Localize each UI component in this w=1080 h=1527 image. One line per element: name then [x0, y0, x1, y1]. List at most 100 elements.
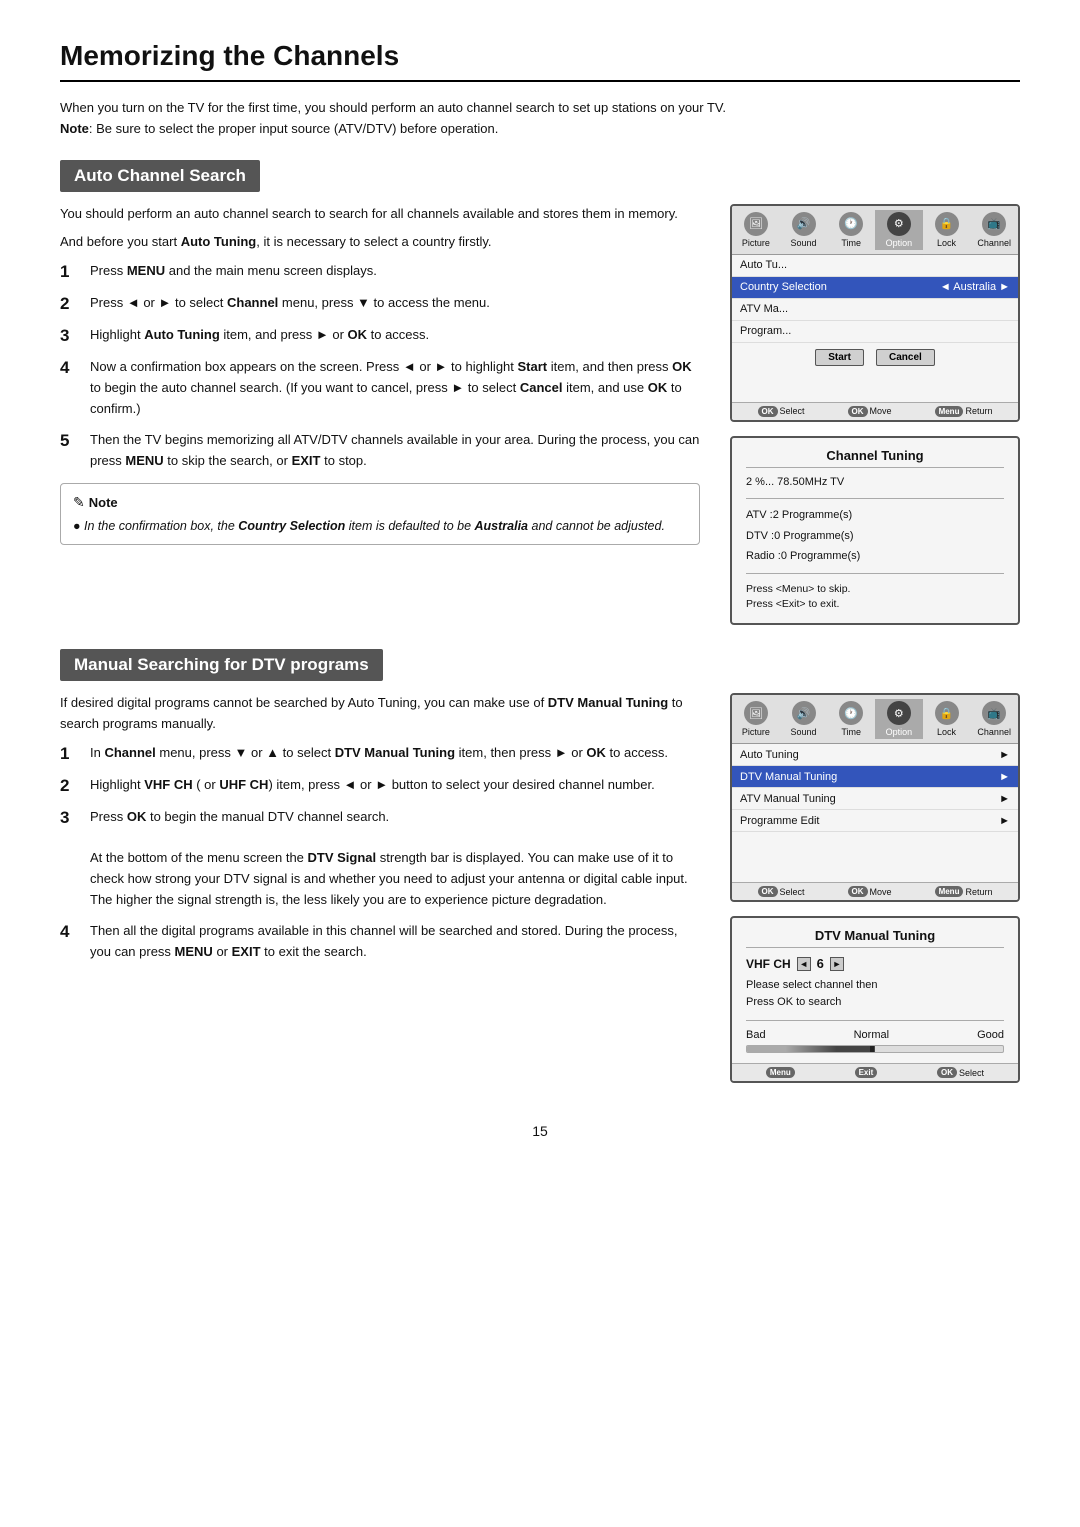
- note-content: ● In the confirmation box, the Country S…: [73, 517, 687, 536]
- lock-icon-2: 🔒: [935, 701, 959, 725]
- step-text: Now a confirmation box appears on the sc…: [90, 357, 700, 419]
- ct-note1: Press <Menu> to skip.: [746, 582, 1004, 598]
- note-icon: ✎: [73, 492, 85, 513]
- step-item: 4 Then all the digital programs availabl…: [60, 921, 700, 963]
- footer-return: Menu Return: [935, 406, 993, 417]
- menu2-row-dtv: DTV Manual Tuning ►: [732, 766, 1018, 788]
- time-icon-2: 🕐: [839, 701, 863, 725]
- step-num: 5: [60, 430, 80, 472]
- menu2-icon-picture: 🖼 Picture: [732, 699, 780, 739]
- footer-move: OK Move: [848, 406, 892, 417]
- signal-indicator: [870, 1045, 874, 1053]
- step-text: In Channel menu, press ▼ or ▲ to select …: [90, 743, 700, 765]
- menu-icon-time: 🕐 Time: [827, 210, 875, 250]
- step-num: 1: [60, 261, 80, 283]
- ch-number: 6: [817, 956, 824, 971]
- dtv-footer-menu: Menu: [766, 1067, 795, 1078]
- auto-channel-desc1: You should perform an auto channel searc…: [60, 204, 700, 225]
- option-icon: ⚙: [887, 212, 911, 236]
- auto-channel-desc2: And before you start Auto Tuning, it is …: [60, 232, 700, 253]
- step-item: 3 Press OK to begin the manual DTV chann…: [60, 807, 700, 911]
- step-num: 2: [60, 293, 80, 315]
- ct-atv: ATV :2 Programme(s): [746, 507, 1004, 524]
- tv-menu-box-1: 🖼 Picture 🔊 Sound 🕐 Time ⚙ Option: [730, 204, 1020, 422]
- note-box: ✎ Note ● In the confirmation box, the Co…: [60, 483, 700, 545]
- auto-channel-steps: 1 Press MENU and the main menu screen di…: [60, 261, 700, 471]
- lock-icon: 🔒: [935, 212, 959, 236]
- menu2-icon-sound: 🔊 Sound: [780, 699, 828, 739]
- tv-menu-footer-1: OK Select OK Move Menu Return: [732, 402, 1018, 420]
- manual-searching-section: Manual Searching for DTV programs If des…: [60, 635, 1020, 1083]
- ch-left-arrow[interactable]: ◄: [797, 957, 811, 971]
- footer2-select: OK Select: [758, 886, 805, 897]
- cancel-button[interactable]: Cancel: [876, 349, 935, 366]
- menu2-icon-lock: 🔒 Lock: [923, 699, 971, 739]
- menu-row-program: Program...: [732, 321, 1018, 343]
- dtv-title: DTV Manual Tuning: [746, 928, 1004, 948]
- step-num: 4: [60, 357, 80, 419]
- step-num: 1: [60, 743, 80, 765]
- signal-good: Good: [977, 1029, 1004, 1041]
- footer2-return: Menu Return: [935, 886, 993, 897]
- time-icon: 🕐: [839, 212, 863, 236]
- ch-right-arrow[interactable]: ►: [830, 957, 844, 971]
- tv-menu-box-2: 🖼 Picture 🔊 Sound 🕐 Time ⚙ Option: [730, 693, 1020, 902]
- ct-note2: Press <Exit> to exit.: [746, 597, 1004, 613]
- menu-row-autotuning: Auto Tu...: [732, 255, 1018, 277]
- manual-searching-right-col: 🖼 Picture 🔊 Sound 🕐 Time ⚙ Option: [730, 693, 1020, 1083]
- note-title: ✎ Note: [73, 492, 687, 513]
- auto-channel-search-section: Auto Channel Search You should perform a…: [60, 146, 1020, 626]
- menu-row-atv: ATV Ma...: [732, 299, 1018, 321]
- menu-spacer: [732, 372, 1018, 402]
- footer-select: OK Select: [758, 406, 805, 417]
- manual-searching-left-col: If desired digital programs cannot be se…: [60, 693, 700, 1083]
- menu2-spacer: [732, 832, 1018, 882]
- footer2-move: OK Move: [848, 886, 892, 897]
- step-item: 4 Now a confirmation box appears on the …: [60, 357, 700, 419]
- step-item: 2 Press ◄ or ► to select Channel menu, p…: [60, 293, 700, 315]
- channel-icon: 📺: [982, 212, 1006, 236]
- channel-tuning-title: Channel Tuning: [746, 448, 1004, 468]
- sound-icon: 🔊: [792, 212, 816, 236]
- signal-fill: [747, 1046, 875, 1052]
- step-num: 4: [60, 921, 80, 963]
- dtv-footer-exit: Exit: [855, 1067, 878, 1078]
- signal-labels: Bad Normal Good: [746, 1029, 1004, 1041]
- step-num: 3: [60, 325, 80, 347]
- auto-channel-left-col: You should perform an auto channel searc…: [60, 204, 700, 626]
- dtv-manual-tuning-box: DTV Manual Tuning VHF CH ◄ 6 ► Please se…: [730, 916, 1020, 1083]
- ct-divider: [746, 498, 1004, 499]
- dtv-footer-select: OK Select: [937, 1067, 984, 1078]
- step-text: Press ◄ or ► to select Channel menu, pre…: [90, 293, 700, 315]
- tv-menu-icons-2: 🖼 Picture 🔊 Sound 🕐 Time ⚙ Option: [732, 695, 1018, 744]
- tv-menu-footer-2: OK Select OK Move Menu Return: [732, 882, 1018, 900]
- step-text: Press MENU and the main menu screen disp…: [90, 261, 700, 283]
- menu2-icon-channel: 📺 Channel: [970, 699, 1018, 739]
- ct-radio: Radio :0 Programme(s): [746, 548, 1004, 565]
- step-text: Press OK to begin the manual DTV channel…: [90, 807, 700, 911]
- intro-text: When you turn on the TV for the first ti…: [60, 98, 1020, 140]
- sound-icon-2: 🔊: [792, 701, 816, 725]
- channel-tuning-box: Channel Tuning 2 %... 78.50MHz TV ATV :2…: [730, 436, 1020, 626]
- manual-steps: 1 In Channel menu, press ▼ or ▲ to selec…: [60, 743, 700, 963]
- step-text: Then the TV begins memorizing all ATV/DT…: [90, 430, 700, 472]
- dtv-desc2: Press OK to search: [746, 994, 1004, 1011]
- step-item: 2 Highlight VHF CH ( or UHF CH) item, pr…: [60, 775, 700, 797]
- menu-icon-channel: 📺 Channel: [970, 210, 1018, 250]
- step-item: 1 Press MENU and the main menu screen di…: [60, 261, 700, 283]
- menu-icon-sound: 🔊 Sound: [780, 210, 828, 250]
- start-button[interactable]: Start: [815, 349, 864, 366]
- menu2-icon-time: 🕐 Time: [827, 699, 875, 739]
- dtv-footer: Menu Exit OK Select: [732, 1063, 1018, 1081]
- auto-channel-right-col: 🖼 Picture 🔊 Sound 🕐 Time ⚙ Option: [730, 204, 1020, 626]
- menu2-row-autotuning: Auto Tuning ►: [732, 744, 1018, 766]
- dtv-desc1: Please select channel then: [746, 977, 1004, 994]
- menu-row-country: Country Selection ◄ Australia ►: [732, 277, 1018, 299]
- step-num: 3: [60, 807, 80, 911]
- vhf-label: VHF CH: [746, 957, 791, 971]
- menu2-row-programme: Programme Edit ►: [732, 810, 1018, 832]
- signal-bar: [746, 1045, 1004, 1053]
- menu2-icon-option: ⚙ Option: [875, 699, 923, 739]
- vhf-row: VHF CH ◄ 6 ►: [746, 956, 1004, 971]
- channel-icon-2: 📺: [982, 701, 1006, 725]
